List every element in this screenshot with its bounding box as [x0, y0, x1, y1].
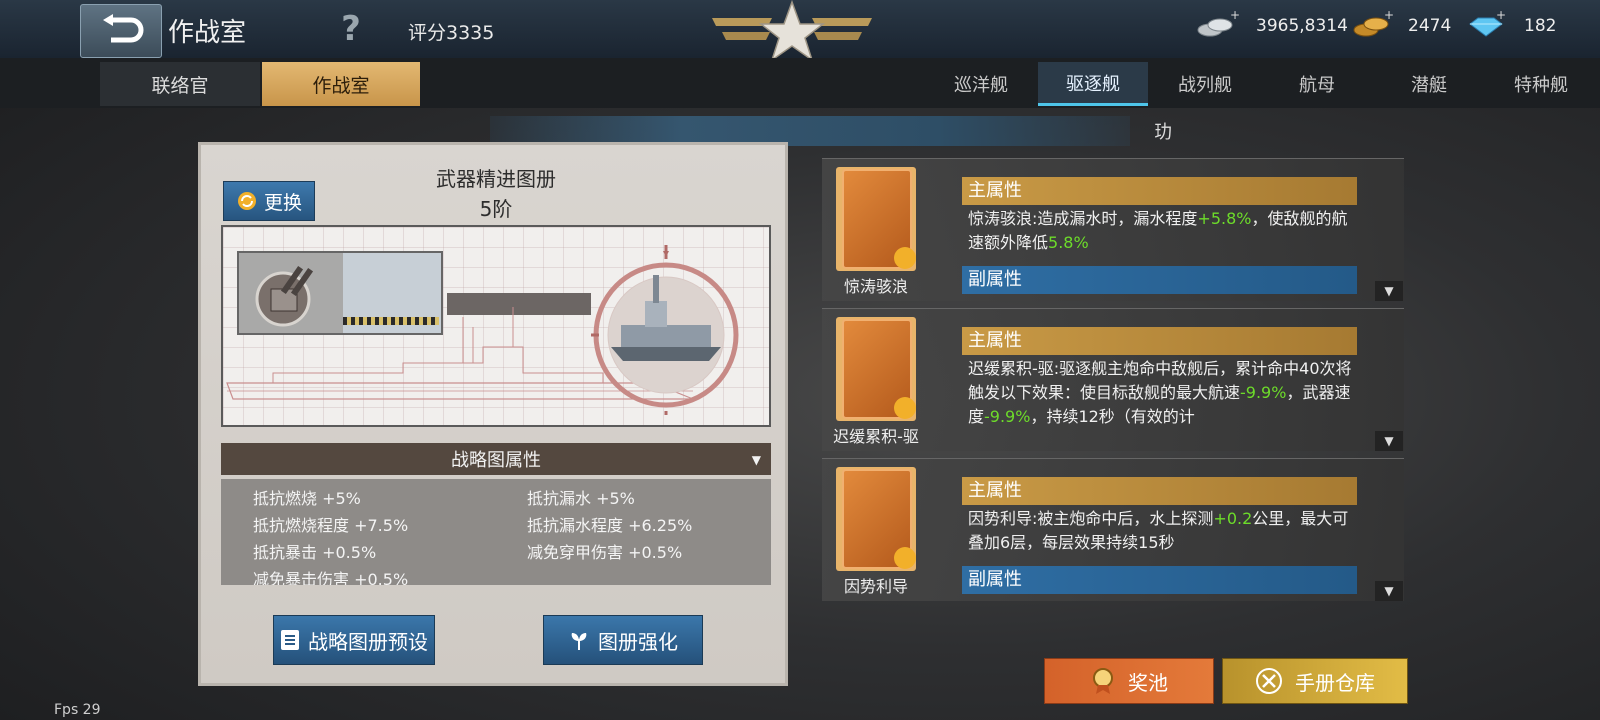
manual-card[interactable]: 迟缓累积-驱 主属性 迟缓累积-驱:驱逐舰主炮命中敌舰后，累计命中40次将触发以…: [822, 308, 1404, 451]
help-button[interactable]: ?: [336, 10, 366, 48]
desc-text: 因势利导:被主炮命中后，水上探测: [968, 509, 1214, 528]
tab-special-ship[interactable]: 特种舰: [1486, 62, 1596, 106]
tab-battleship[interactable]: 战列舰: [1150, 62, 1260, 106]
silver-value: 3965,8314: [1256, 16, 1348, 36]
attr-item: 抵抗暴击 +0.5%: [253, 543, 377, 562]
ship-schematic: [221, 225, 771, 427]
tab-destroyer[interactable]: 驱逐舰: [1038, 62, 1148, 106]
refresh-icon: [237, 192, 256, 210]
currency-diamond[interactable]: 182: [1466, 14, 1556, 38]
attr-item: 减免穿甲伤害 +0.5%: [527, 543, 683, 562]
score-label: 评分3335: [408, 22, 495, 44]
manual-card[interactable]: 因势利导 主属性 因势利导:被主炮命中后，水上探测+0.2公里，最大可叠加6层，…: [822, 458, 1404, 601]
expand-icon[interactable]: ▼: [1375, 431, 1403, 451]
desc-value: +0.2: [1213, 509, 1253, 528]
atlas-enhance-button[interactable]: 图册强化: [543, 615, 703, 665]
atlas-enhance-label: 图册强化: [598, 629, 678, 654]
rank-star-emblem: [712, 0, 872, 62]
strategy-attr-list[interactable]: 抵抗燃烧 +5% 抵抗漏水 +5% 抵抗燃烧程度 +7.5% 抵抗漏水程度 +6…: [221, 479, 771, 585]
primary-attr-header: 主属性: [962, 327, 1357, 355]
desc-value: -9.9%: [984, 407, 1031, 426]
back-button[interactable]: [80, 4, 162, 58]
tab-war-room[interactable]: 作战室: [262, 62, 420, 106]
swap-icon[interactable]: [894, 247, 916, 269]
tab-liaison-officer[interactable]: 联络官: [100, 62, 260, 106]
swap-icon[interactable]: [894, 397, 916, 419]
primary-attr-desc: 迟缓累积-驱:驱逐舰主炮命中敌舰后，累计命中40次将触发以下效果：使目标敌舰的最…: [968, 357, 1353, 429]
page-title: 作战室: [168, 18, 247, 48]
back-arrow-icon: [103, 14, 144, 43]
manual-name: 因势利导: [843, 577, 908, 596]
attr-item: 抵抗漏水 +5%: [527, 489, 635, 508]
attr-item: 减免暴击伤害 +0.5%: [253, 570, 409, 585]
gold-value: 2474: [1408, 16, 1452, 36]
silver-plus[interactable]: +: [1230, 8, 1240, 22]
manual-warehouse-label: 手册仓库: [1295, 670, 1375, 695]
secondary-attr-header: 副属性: [962, 566, 1357, 594]
desc-text: 惊涛骇浪:造成漏水时，漏水程度: [968, 209, 1198, 228]
scroll-banner-text: 玏: [1154, 122, 1172, 143]
strategy-attr-title: 战略图属性: [451, 450, 541, 471]
manual-name: 迟缓累积-驱: [833, 427, 919, 446]
list-icon: [281, 630, 299, 650]
currency-gold[interactable]: 2474: [1352, 14, 1451, 38]
atlas-preset-label: 战略图册预设: [308, 629, 428, 654]
strategy-attr-header[interactable]: 战略图属性 ▼: [221, 443, 771, 475]
desc-text: ，持续12秒（有效的计: [1030, 407, 1195, 426]
desc-value: +5.8%: [1197, 209, 1252, 228]
manual-card[interactable]: 惊涛骇浪 主属性 惊涛骇浪:造成漏水时，漏水程度+5.8%，使敌舰的航速额外降低…: [822, 158, 1404, 301]
manual-name: 惊涛骇浪: [843, 277, 908, 296]
ship-target-reticle: [591, 245, 739, 415]
primary-attr-desc: 惊涛骇浪:造成漏水时，漏水程度+5.8%，使敌舰的航速额外降低5.8%: [968, 207, 1353, 255]
sprout-icon: [571, 633, 587, 650]
change-button[interactable]: 更换: [223, 181, 315, 221]
diamond-plus[interactable]: +: [1496, 8, 1506, 22]
prize-pool-label: 奖池: [1128, 670, 1168, 695]
attr-item: 抵抗燃烧 +5%: [253, 489, 361, 508]
currency-silver[interactable]: 3965,8314: [1196, 14, 1348, 38]
primary-attr-desc: 因势利导:被主炮命中后，水上探测+0.2公里，最大可叠加6层，每层效果持续15秒: [968, 507, 1353, 555]
tools-icon: [1256, 668, 1282, 694]
atlas-preset-button[interactable]: 战略图册预设: [273, 615, 435, 665]
attr-item: 抵抗漏水程度 +6.25%: [527, 516, 693, 535]
secondary-attr-header: 副属性: [962, 266, 1357, 294]
primary-attr-header: 主属性: [962, 177, 1357, 205]
fps-counter: Fps 29: [54, 702, 101, 718]
tab-carrier[interactable]: 航母: [1262, 62, 1372, 106]
gold-plus[interactable]: +: [1384, 8, 1394, 22]
tab-cruiser[interactable]: 巡洋舰: [926, 62, 1036, 106]
tab-submarine[interactable]: 潜艇: [1374, 62, 1484, 106]
destroyer-model: [621, 325, 711, 347]
primary-attr-header: 主属性: [962, 477, 1357, 505]
change-label: 更换: [263, 191, 302, 214]
diamond-value: 182: [1524, 16, 1557, 36]
medal-icon: [1093, 668, 1113, 694]
desc-value: 5.8%: [1048, 233, 1089, 252]
expand-icon[interactable]: ▼: [1375, 581, 1403, 601]
attr-item: 抵抗燃烧程度 +7.5%: [253, 516, 409, 535]
atlas-panel: 武器精进图册 5阶 更换 战略图属性 ▼ 抵抗燃烧 +5% 抵抗漏水 +5% 抵…: [198, 142, 788, 686]
desc-value: -9.9%: [1240, 383, 1287, 402]
swap-icon[interactable]: [894, 547, 916, 569]
prize-pool-button[interactable]: 奖池: [1044, 658, 1214, 704]
manual-warehouse-button[interactable]: 手册仓库: [1222, 658, 1408, 704]
chevron-down-icon: ▼: [751, 453, 761, 467]
expand-icon[interactable]: ▼: [1375, 281, 1403, 301]
